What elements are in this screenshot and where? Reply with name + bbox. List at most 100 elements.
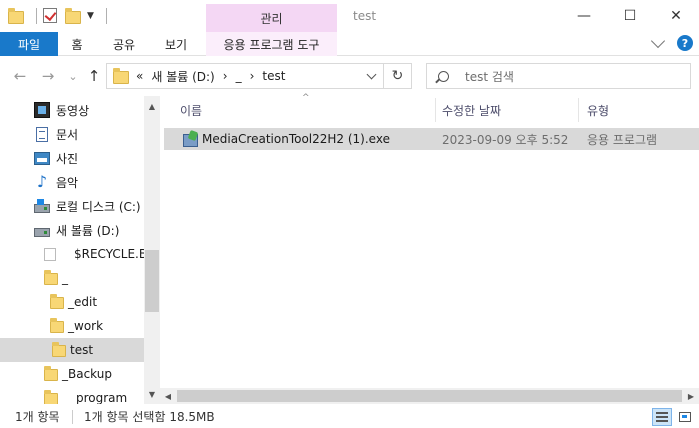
status-bar: 1개 항목 1개 항목 선택함 18.5MB: [0, 404, 699, 428]
recent-locations-button[interactable]: ⌄: [63, 66, 83, 86]
folder-icon: [44, 366, 60, 382]
details-view-icon: [656, 412, 668, 422]
window-title: test: [353, 9, 377, 23]
status-selection: 1개 항목 선택함 18.5MB: [84, 409, 215, 424]
file-row[interactable]: MediaCreationTool22H2 (1).exe 2023-09-09…: [164, 128, 699, 150]
scrollbar-thumb[interactable]: [177, 390, 682, 402]
nav-item-work-folder[interactable]: _work: [0, 314, 144, 338]
breadcrumb-underscore-folder[interactable]: _: [236, 69, 242, 83]
address-toolbar: ← → ⌄ ↑ « 새 볼륨 (D:) › _ › test ↻ test 검색: [0, 56, 699, 96]
drive-icon: [34, 227, 50, 237]
tab-share[interactable]: 공유: [100, 32, 148, 56]
tab-file[interactable]: 파일: [0, 32, 58, 56]
nav-item-program-folder[interactable]: program: [0, 386, 144, 404]
nav-item-label: test: [70, 343, 94, 357]
properties-check-icon[interactable]: [43, 8, 59, 24]
expand-ribbon-icon[interactable]: [650, 33, 666, 49]
breadcrumb-separator[interactable]: ›: [250, 69, 255, 83]
maximize-button[interactable]: ☐: [607, 0, 653, 32]
scroll-left-icon[interactable]: ◀: [160, 388, 176, 404]
nav-item-label: 사진: [56, 151, 79, 166]
help-icon[interactable]: ?: [677, 35, 693, 51]
folder-icon: [50, 294, 66, 310]
status-item-count: 1개 항목: [15, 409, 60, 424]
installer-exe-icon: [182, 131, 198, 147]
context-tab-group-manage[interactable]: 관리: [206, 4, 337, 32]
breadcrumb-overflow[interactable]: «: [136, 69, 143, 83]
nav-item-label: _edit: [68, 295, 98, 309]
column-header-name[interactable]: 이름: [180, 96, 435, 124]
nav-item-backup-folder[interactable]: _Backup: [0, 362, 144, 386]
forward-button[interactable]: →: [38, 66, 58, 86]
nav-item-videos[interactable]: 동영상: [0, 98, 144, 122]
scrollbar-thumb[interactable]: [145, 250, 159, 312]
refresh-button[interactable]: ↻: [384, 63, 412, 89]
column-header-date-modified[interactable]: 수정한 날짜: [442, 96, 578, 124]
column-divider[interactable]: [435, 98, 436, 122]
nav-item-volume-d[interactable]: 새 볼륨 (D:): [0, 218, 144, 242]
nav-item-edit-folder[interactable]: _edit: [0, 290, 144, 314]
column-header-type[interactable]: 유형: [587, 96, 687, 124]
nav-item-label: 새 볼륨 (D:): [56, 223, 120, 238]
search-icon: [438, 70, 449, 82]
file-list-horizontal-scrollbar[interactable]: ◀ ▶: [160, 388, 699, 404]
nav-item-label: 음악: [56, 175, 79, 190]
file-list: ^ 이름 수정한 날짜 유형 MediaCreationTool22H2 (1)…: [160, 93, 699, 404]
breadcrumb: « 새 볼륨 (D:) › _ › test: [136, 68, 293, 85]
minimize-button[interactable]: —: [561, 0, 607, 32]
file-date-modified: 2023-09-09 오후 5:52: [442, 132, 569, 147]
new-folder-icon[interactable]: [65, 8, 81, 24]
folder-icon: [44, 390, 60, 404]
local-disk-icon: [34, 198, 50, 213]
nav-item-underscore-folder[interactable]: _: [0, 266, 144, 290]
nav-item-documents[interactable]: 문서: [0, 122, 144, 146]
scroll-right-icon[interactable]: ▶: [683, 388, 699, 404]
recycle-folder-icon: [44, 247, 56, 261]
address-bar[interactable]: « 새 볼륨 (D:) › _ › test: [106, 63, 384, 89]
toolbar-divider: [105, 8, 107, 24]
column-headers: ^ 이름 수정한 날짜 유형: [160, 93, 699, 124]
nav-item-recycle-bin-folder[interactable]: $RECYCLE.BIN: [0, 242, 160, 266]
scroll-up-icon[interactable]: ▲: [144, 98, 160, 114]
nav-item-label: 로컬 디스크 (C:): [56, 199, 141, 214]
tab-view[interactable]: 보기: [152, 32, 200, 56]
search-placeholder: test 검색: [465, 69, 514, 84]
navigation-scrollbar[interactable]: ▲ ▼: [144, 96, 160, 404]
scroll-down-icon[interactable]: ▼: [144, 386, 160, 402]
music-icon: ♪: [36, 172, 48, 191]
details-view-button[interactable]: [652, 408, 672, 426]
breadcrumb-separator[interactable]: ›: [223, 69, 228, 83]
tab-home[interactable]: 홈: [58, 32, 96, 56]
customize-toolbar-dropdown-icon[interactable]: ▼: [87, 11, 94, 21]
search-input[interactable]: test 검색: [426, 63, 691, 89]
navigation-pane: 동영상 문서 사진 ♪ 음악 로컬 디스크 (C:) 새 볼륨 (D:) $RE…: [0, 96, 160, 404]
file-name: MediaCreationTool22H2 (1).exe: [202, 132, 390, 146]
tab-application-tools[interactable]: 응용 프로그램 도구: [206, 32, 337, 56]
back-button[interactable]: ←: [10, 66, 30, 86]
picture-icon: [34, 151, 50, 165]
video-icon: [34, 102, 50, 118]
nav-item-local-disk-c[interactable]: 로컬 디스크 (C:): [0, 194, 144, 218]
quick-access-toolbar: ▼: [8, 6, 113, 26]
folder-icon: [52, 342, 68, 358]
toolbar-divider: [36, 8, 37, 24]
breadcrumb-test[interactable]: test: [262, 69, 285, 83]
nav-item-music[interactable]: ♪ 음악: [0, 170, 144, 194]
large-icons-view-icon: [679, 412, 691, 422]
up-button[interactable]: ↑: [84, 66, 104, 86]
column-divider[interactable]: [578, 98, 579, 122]
status-divider: [72, 410, 73, 424]
breadcrumb-drive-d[interactable]: 새 볼륨 (D:): [151, 68, 214, 85]
title-bar: ▼ 관리 test — ☐ ✕: [0, 0, 699, 32]
chevron-down-icon: [366, 69, 376, 79]
close-button[interactable]: ✕: [653, 0, 699, 32]
nav-item-pictures[interactable]: 사진: [0, 146, 144, 170]
address-history-dropdown[interactable]: [359, 64, 383, 88]
ribbon-tabs: 파일 홈 공유 보기 응용 프로그램 도구 ?: [0, 32, 699, 56]
nav-item-label: program: [76, 391, 128, 404]
nav-item-label: _work: [68, 319, 104, 333]
nav-item-test-folder[interactable]: test: [0, 338, 144, 362]
document-icon: [36, 126, 48, 142]
large-icons-view-button[interactable]: [675, 408, 695, 426]
ribbon-controls: ?: [650, 33, 693, 51]
